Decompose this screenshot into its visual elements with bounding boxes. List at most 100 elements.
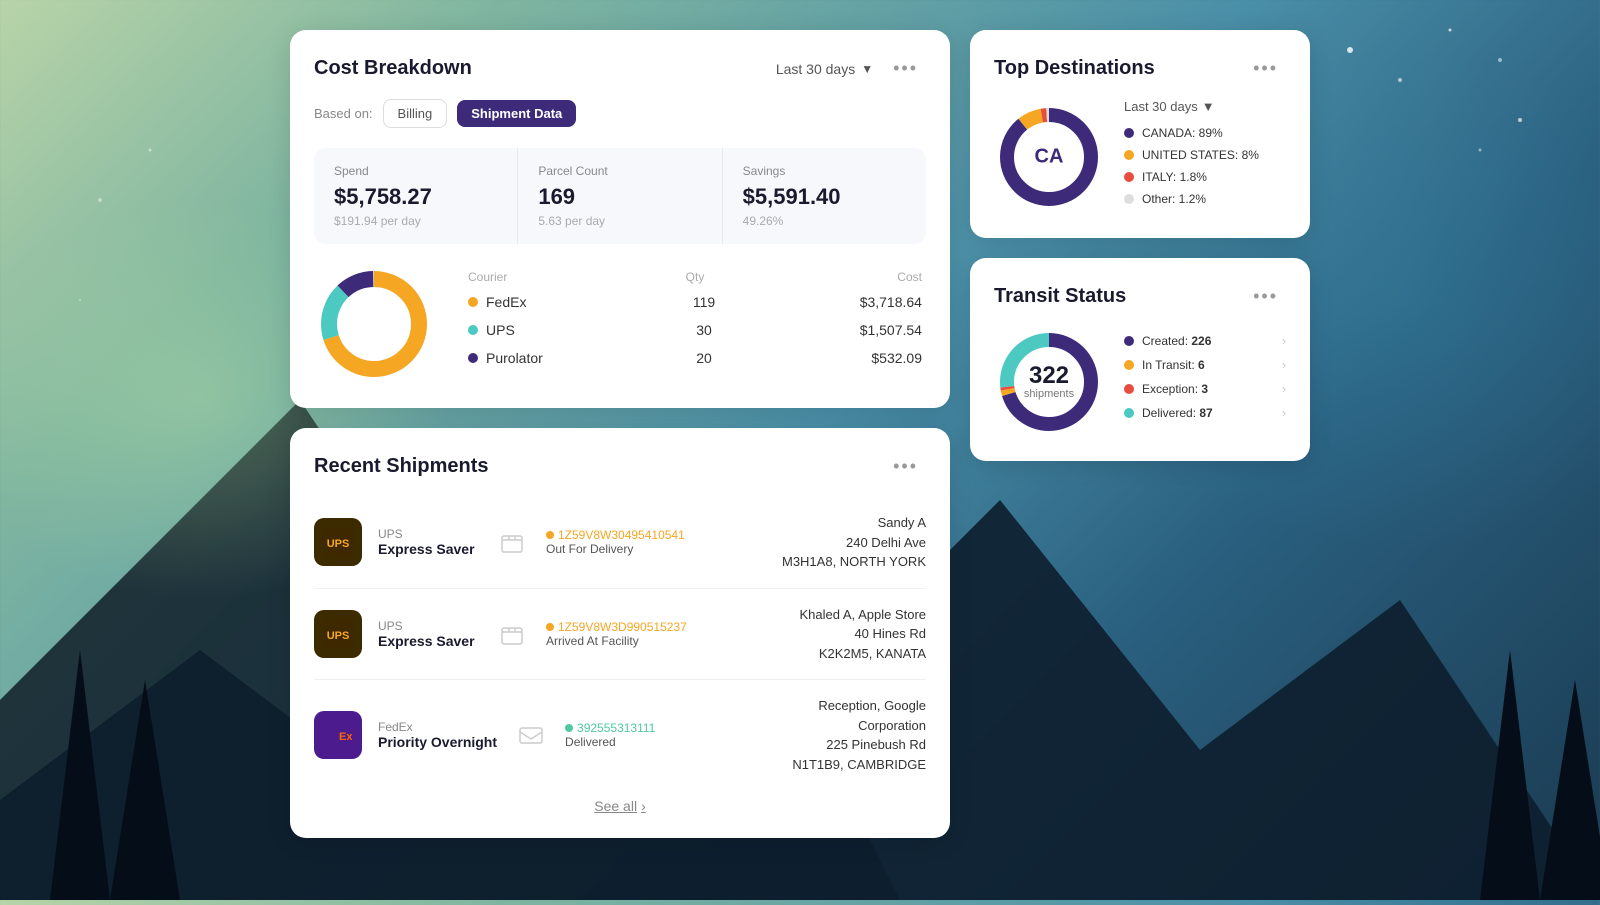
destinations-donut-chart: CA (994, 102, 1104, 212)
svg-text:Ex: Ex (339, 731, 353, 743)
based-on-row: Based on: Billing Shipment Data (314, 99, 926, 128)
tracking-info: 1Z59V8W30495410541 Out For Delivery (546, 528, 766, 556)
spend-sub: $191.94 per day (334, 214, 497, 228)
destination-legend-item: UNITED STATES: 8% (1124, 148, 1286, 162)
courier-dot-icon (468, 353, 478, 363)
carrier-label: UPS (378, 619, 478, 633)
transit-chevron-icon: › (1282, 334, 1286, 348)
legend-dot-icon (1124, 172, 1134, 182)
destinations-center-label: CA (1035, 145, 1064, 168)
recipient-info: Khaled A, Apple Store40 Hines RdK2K2M5, … (800, 605, 926, 664)
tracking-status: Delivered (565, 735, 776, 749)
courier-table-header: Courier Qty Cost (464, 270, 926, 284)
transit-status-title: Transit Status (994, 285, 1126, 308)
tracking-number: 392555313111 (565, 721, 776, 735)
transit-chevron-icon: › (1282, 406, 1286, 420)
transit-legend-item: Delivered: 87 › (1124, 406, 1286, 420)
transit-legend-label: Delivered: 87 (1142, 406, 1213, 420)
legend-dot-icon (1124, 128, 1134, 138)
qty-col-header: Qty (619, 270, 770, 284)
courier-cost: $532.09 (777, 350, 922, 366)
spend-metric: Spend $5,758.27 $191.94 per day (314, 148, 518, 244)
courier-qty: 119 (631, 294, 776, 310)
savings-sub: 49.26% (743, 214, 906, 228)
transit-dot-icon (1124, 408, 1134, 418)
tracking-status: Out For Delivery (546, 542, 766, 556)
transit-legend-label: Created: 226 (1142, 334, 1211, 348)
parcel-sub: 5.63 per day (538, 214, 701, 228)
package-icon (494, 524, 530, 560)
top-destinations-header: Top Destinations ••• (994, 54, 1286, 83)
time-filter-dropdown[interactable]: Last 30 days ▼ (776, 61, 873, 77)
destination-legend-item: ITALY: 1.8% (1124, 170, 1286, 184)
courier-name: FedEx (486, 294, 631, 310)
courier-name: UPS (486, 322, 631, 338)
recent-shipments-card: Recent Shipments ••• UPS UPS Express Sav… (290, 428, 950, 838)
tracking-number: 1Z59V8W30495410541 (546, 528, 766, 542)
courier-table: Courier Qty Cost FedEx 119 $3,718.64 UPS… (464, 270, 926, 378)
carrier-logo: UPS (314, 518, 362, 566)
carrier-service: Express Saver (378, 541, 478, 557)
courier-cost: $3,718.64 (777, 294, 922, 310)
transit-donut-chart: 322 shipments (994, 327, 1104, 437)
transit-legend-item: Exception: 3 › (1124, 382, 1286, 396)
transit-legend-label: Exception: 3 (1142, 382, 1208, 396)
shipment-rows: UPS UPS Express Saver 1Z59V8W30495410541… (314, 497, 926, 790)
shipment-row: UPS UPS Express Saver 1Z59V8W3D990515237… (314, 589, 926, 681)
tracking-info: 1Z59V8W3D990515237 Arrived At Facility (546, 620, 784, 648)
recent-shipments-more-button[interactable]: ••• (885, 452, 926, 481)
carrier-service: Express Saver (378, 633, 478, 649)
package-icon (513, 717, 549, 753)
shipment-data-tab[interactable]: Shipment Data (457, 100, 576, 127)
carrier-label: UPS (378, 527, 478, 541)
legend-label: UNITED STATES: 8% (1142, 148, 1259, 162)
carrier-service: Priority Overnight (378, 734, 497, 750)
legend-label: Other: 1.2% (1142, 192, 1206, 206)
legend-dot-icon (1124, 150, 1134, 160)
transit-chevron-icon: › (1282, 382, 1286, 396)
see-all-button[interactable]: See all › (594, 798, 645, 814)
legend-dot-icon (1124, 194, 1134, 204)
chevron-right-icon: › (641, 798, 646, 814)
transit-status-card: Transit Status ••• (970, 258, 1310, 461)
parcel-count-metric: Parcel Count 169 5.63 per day (518, 148, 722, 244)
package-icon (494, 616, 530, 652)
transit-status-header: Transit Status ••• (994, 282, 1286, 311)
legend-label: ITALY: 1.8% (1142, 170, 1207, 184)
recipient-info: Reception, GoogleCorporation225 Pinebush… (792, 696, 926, 774)
billing-tab[interactable]: Billing (383, 99, 448, 128)
tracking-info: 392555313111 Delivered (565, 721, 776, 749)
dest-time-filter[interactable]: Last 30 days ▼ (1124, 99, 1215, 114)
spend-value: $5,758.27 (334, 184, 497, 210)
transit-center: 322 shipments (1024, 364, 1074, 400)
top-destinations-more-button[interactable]: ••• (1245, 54, 1286, 83)
cost-col-header: Cost (771, 270, 922, 284)
transit-chevron-icon: › (1282, 358, 1286, 372)
carrier-info: UPS Express Saver (378, 527, 478, 557)
recent-shipments-title: Recent Shipments (314, 455, 488, 478)
parcel-value: 169 (538, 184, 701, 210)
transit-dot-icon (1124, 360, 1134, 370)
based-on-label: Based on: (314, 106, 373, 121)
courier-dot-icon (468, 297, 478, 307)
transit-legend-left: Created: 226 (1124, 334, 1211, 348)
destinations-right: Last 30 days ▼ CANADA: 89% UNITED STATES… (1124, 99, 1286, 214)
top-destinations-title: Top Destinations (994, 57, 1155, 80)
dest-dropdown-icon: ▼ (1202, 99, 1215, 114)
cost-breakdown-more-button[interactable]: ••• (885, 54, 926, 83)
recipient-info: Sandy A240 Delhi AveM3H1A8, NORTH YORK (782, 513, 926, 572)
transit-legend-label: In Transit: 6 (1142, 358, 1205, 372)
header-right-controls: Last 30 days ▼ ••• (776, 54, 926, 83)
carrier-info: FedEx Priority Overnight (378, 720, 497, 750)
shipment-row: FedEx FedEx Priority Overnight 392555313… (314, 680, 926, 790)
destination-legend-item: CANADA: 89% (1124, 126, 1286, 140)
transit-more-button[interactable]: ••• (1245, 282, 1286, 311)
transit-legend-left: Exception: 3 (1124, 382, 1208, 396)
courier-row: Purolator 20 $532.09 (464, 350, 926, 366)
transit-chart-section: 322 shipments Created: 226 › In Transit:… (994, 327, 1286, 437)
carrier-logo: UPS (314, 610, 362, 658)
savings-label: Savings (743, 164, 906, 178)
svg-text:UPS: UPS (327, 630, 350, 642)
legend-label: CANADA: 89% (1142, 126, 1223, 140)
tracking-status: Arrived At Facility (546, 634, 784, 648)
